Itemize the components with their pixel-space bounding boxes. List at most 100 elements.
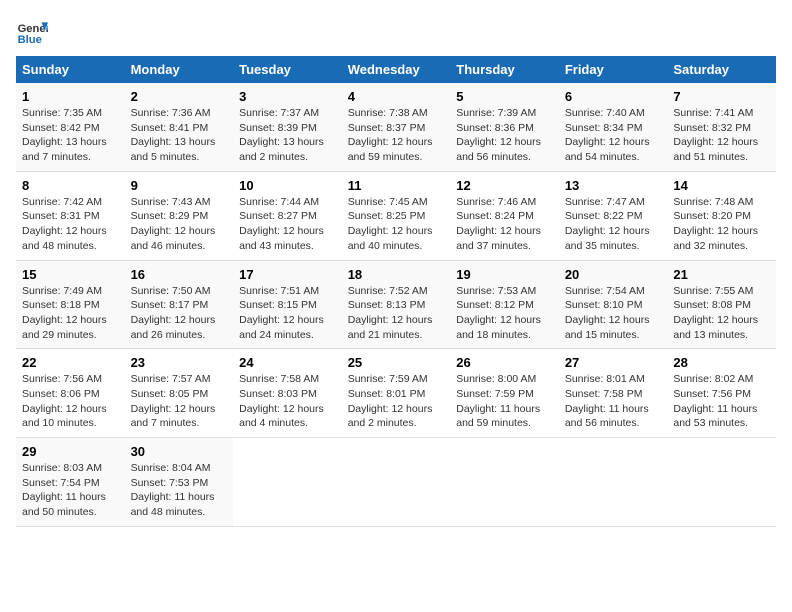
cell-week3-day4: 19 Sunrise: 7:53 AMSunset: 8:12 PMDayligh…: [450, 260, 559, 349]
day-number: 18: [348, 267, 445, 282]
day-number: 8: [22, 178, 119, 193]
day-info: Sunrise: 7:41 AMSunset: 8:32 PMDaylight:…: [673, 106, 770, 165]
col-header-tuesday: Tuesday: [233, 56, 342, 83]
week-row-1: 1 Sunrise: 7:35 AMSunset: 8:42 PMDaylight…: [16, 83, 776, 171]
cell-week5-day6: [667, 438, 776, 527]
cell-week2-day5: 13Sunrise: 7:47 AMSunset: 8:22 PMDayligh…: [559, 171, 668, 260]
svg-text:Blue: Blue: [18, 34, 42, 46]
cell-week2-day3: 11 Sunrise: 7:45 AMSunset: 8:25 PMDayligh…: [342, 171, 451, 260]
day-number: 4: [348, 89, 445, 104]
cell-week2-day1: 9 Sunrise: 7:43 AMSunset: 8:29 PMDaylight…: [125, 171, 234, 260]
cell-week4-day0: 22 Sunrise: 7:56 AMSunset: 8:06 PMDayligh…: [16, 349, 125, 438]
day-number: 19: [456, 267, 553, 282]
day-number: 14: [673, 178, 770, 193]
cell-week5-day0: 29Sunrise: 8:03 AMSunset: 7:54 PMDayligh…: [16, 438, 125, 527]
col-header-sunday: Sunday: [16, 56, 125, 83]
cell-week5-day2: [233, 438, 342, 527]
day-info: Sunrise: 7:45 AMSunset: 8:25 PMDaylight:…: [348, 195, 445, 254]
day-info: Sunrise: 7:47 AMSunset: 8:22 PMDaylight:…: [565, 195, 662, 254]
day-info: Sunrise: 7:35 AMSunset: 8:42 PMDaylight:…: [22, 106, 119, 165]
day-number: 3: [239, 89, 336, 104]
cell-week3-day0: 15 Sunrise: 7:49 AMSunset: 8:18 PMDayligh…: [16, 260, 125, 349]
cell-week1-day2: 3 Sunrise: 7:37 AMSunset: 8:39 PMDaylight…: [233, 83, 342, 171]
day-info: Sunrise: 7:42 AMSunset: 8:31 PMDaylight:…: [22, 195, 119, 254]
cell-week1-day3: 4 Sunrise: 7:38 AMSunset: 8:37 PMDaylight…: [342, 83, 451, 171]
day-info: Sunrise: 7:46 AMSunset: 8:24 PMDaylight:…: [456, 195, 553, 254]
day-info: Sunrise: 7:50 AMSunset: 8:17 PMDaylight:…: [131, 284, 228, 343]
cell-week3-day1: 16 Sunrise: 7:50 AMSunset: 8:17 PMDayligh…: [125, 260, 234, 349]
day-info: Sunrise: 8:03 AMSunset: 7:54 PMDaylight:…: [22, 461, 119, 520]
day-number: 21: [673, 267, 770, 282]
cell-week2-day4: 12 Sunrise: 7:46 AMSunset: 8:24 PMDayligh…: [450, 171, 559, 260]
day-number: 28: [673, 355, 770, 370]
day-info: Sunrise: 7:56 AMSunset: 8:06 PMDaylight:…: [22, 372, 119, 431]
day-number: 10: [239, 178, 336, 193]
col-header-monday: Monday: [125, 56, 234, 83]
day-info: Sunrise: 7:59 AMSunset: 8:01 PMDaylight:…: [348, 372, 445, 431]
day-number: 17: [239, 267, 336, 282]
day-info: Sunrise: 8:00 AMSunset: 7:59 PMDaylight:…: [456, 372, 553, 431]
day-info: Sunrise: 7:39 AMSunset: 8:36 PMDaylight:…: [456, 106, 553, 165]
day-number: 22: [22, 355, 119, 370]
day-number: 30: [131, 444, 228, 459]
day-number: 2: [131, 89, 228, 104]
cell-week1-day5: 6 Sunrise: 7:40 AMSunset: 8:34 PMDaylight…: [559, 83, 668, 171]
day-info: Sunrise: 7:49 AMSunset: 8:18 PMDaylight:…: [22, 284, 119, 343]
cell-week5-day1: 30 Sunrise: 8:04 AMSunset: 7:53 PMDayligh…: [125, 438, 234, 527]
day-number: 7: [673, 89, 770, 104]
cell-week3-day2: 17 Sunrise: 7:51 AMSunset: 8:15 PMDayligh…: [233, 260, 342, 349]
day-info: Sunrise: 8:01 AMSunset: 7:58 PMDaylight:…: [565, 372, 662, 431]
day-number: 26: [456, 355, 553, 370]
day-info: Sunrise: 7:38 AMSunset: 8:37 PMDaylight:…: [348, 106, 445, 165]
day-number: 12: [456, 178, 553, 193]
day-info: Sunrise: 8:02 AMSunset: 7:56 PMDaylight:…: [673, 372, 770, 431]
week-row-2: 8 Sunrise: 7:42 AMSunset: 8:31 PMDaylight…: [16, 171, 776, 260]
week-row-3: 15 Sunrise: 7:49 AMSunset: 8:18 PMDayligh…: [16, 260, 776, 349]
col-header-wednesday: Wednesday: [342, 56, 451, 83]
cell-week1-day0: 1 Sunrise: 7:35 AMSunset: 8:42 PMDaylight…: [16, 83, 125, 171]
cell-week3-day6: 21 Sunrise: 7:55 AMSunset: 8:08 PMDayligh…: [667, 260, 776, 349]
day-info: Sunrise: 7:51 AMSunset: 8:15 PMDaylight:…: [239, 284, 336, 343]
cell-week5-day5: [559, 438, 668, 527]
cell-week5-day4: [450, 438, 559, 527]
cell-week2-day2: 10Sunrise: 7:44 AMSunset: 8:27 PMDayligh…: [233, 171, 342, 260]
day-info: Sunrise: 8:04 AMSunset: 7:53 PMDaylight:…: [131, 461, 228, 520]
cell-week1-day6: 7 Sunrise: 7:41 AMSunset: 8:32 PMDaylight…: [667, 83, 776, 171]
day-number: 27: [565, 355, 662, 370]
week-row-4: 22 Sunrise: 7:56 AMSunset: 8:06 PMDayligh…: [16, 349, 776, 438]
day-info: Sunrise: 7:54 AMSunset: 8:10 PMDaylight:…: [565, 284, 662, 343]
cell-week4-day2: 24Sunrise: 7:58 AMSunset: 8:03 PMDayligh…: [233, 349, 342, 438]
day-number: 16: [131, 267, 228, 282]
day-info: Sunrise: 7:55 AMSunset: 8:08 PMDaylight:…: [673, 284, 770, 343]
day-number: 15: [22, 267, 119, 282]
day-info: Sunrise: 7:52 AMSunset: 8:13 PMDaylight:…: [348, 284, 445, 343]
day-number: 20: [565, 267, 662, 282]
col-header-friday: Friday: [559, 56, 668, 83]
cell-week3-day5: 20 Sunrise: 7:54 AMSunset: 8:10 PMDayligh…: [559, 260, 668, 349]
day-number: 5: [456, 89, 553, 104]
cell-week4-day3: 25 Sunrise: 7:59 AMSunset: 8:01 PMDayligh…: [342, 349, 451, 438]
day-number: 23: [131, 355, 228, 370]
day-info: Sunrise: 7:57 AMSunset: 8:05 PMDaylight:…: [131, 372, 228, 431]
cell-week4-day1: 23 Sunrise: 7:57 AMSunset: 8:05 PMDayligh…: [125, 349, 234, 438]
day-number: 25: [348, 355, 445, 370]
day-number: 1: [22, 89, 119, 104]
day-number: 11: [348, 178, 445, 193]
day-number: 9: [131, 178, 228, 193]
day-info: Sunrise: 7:43 AMSunset: 8:29 PMDaylight:…: [131, 195, 228, 254]
col-header-saturday: Saturday: [667, 56, 776, 83]
cell-week1-day1: 2Sunrise: 7:36 AMSunset: 8:41 PMDaylight…: [125, 83, 234, 171]
day-info: Sunrise: 7:53 AMSunset: 8:12 PMDaylight:…: [456, 284, 553, 343]
day-info: Sunrise: 7:48 AMSunset: 8:20 PMDaylight:…: [673, 195, 770, 254]
day-info: Sunrise: 7:37 AMSunset: 8:39 PMDaylight:…: [239, 106, 336, 165]
cell-week2-day0: 8 Sunrise: 7:42 AMSunset: 8:31 PMDaylight…: [16, 171, 125, 260]
cell-week4-day6: 28 Sunrise: 8:02 AMSunset: 7:56 PMDayligh…: [667, 349, 776, 438]
logo: General Blue: [16, 16, 52, 48]
logo-icon: General Blue: [16, 16, 48, 48]
cell-week4-day5: 27 Sunrise: 8:01 AMSunset: 7:58 PMDayligh…: [559, 349, 668, 438]
day-number: 6: [565, 89, 662, 104]
cell-week3-day3: 18 Sunrise: 7:52 AMSunset: 8:13 PMDayligh…: [342, 260, 451, 349]
cell-week2-day6: 14 Sunrise: 7:48 AMSunset: 8:20 PMDayligh…: [667, 171, 776, 260]
cell-week5-day3: [342, 438, 451, 527]
day-info: Sunrise: 7:40 AMSunset: 8:34 PMDaylight:…: [565, 106, 662, 165]
